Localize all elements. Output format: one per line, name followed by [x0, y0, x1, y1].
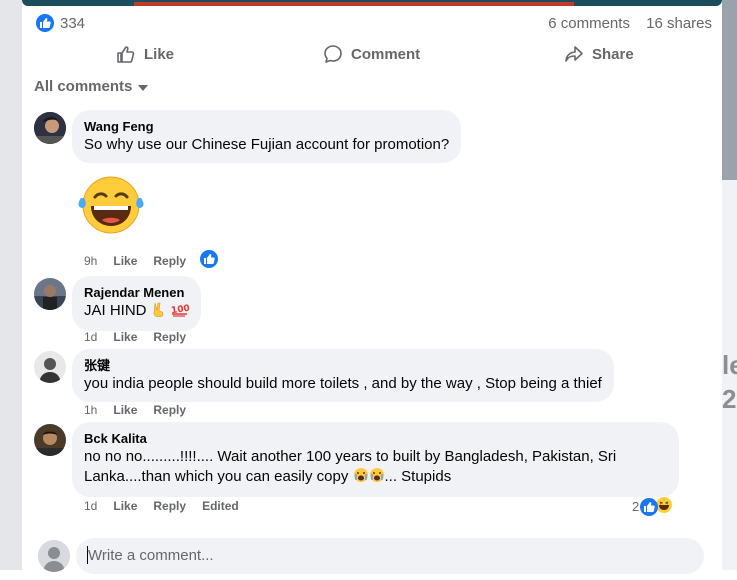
- comment-meta: 1h Like Reply: [84, 403, 202, 417]
- comment-text-part: Lanka....than which you can easily copy: [84, 468, 353, 485]
- comment-author[interactable]: Wang Feng: [84, 118, 449, 135]
- comment-text-row: JAI HIND 100: [84, 301, 190, 323]
- caret-down-icon: [138, 84, 149, 91]
- page-background-right: le 2: [722, 0, 737, 570]
- comments-filter-dropdown[interactable]: All comments: [34, 78, 149, 95]
- post-actions: Like Comment Share: [22, 40, 722, 68]
- comment-reply-link[interactable]: Reply: [153, 330, 186, 344]
- comment-like-link[interactable]: Like: [113, 499, 137, 513]
- comments-filter-label: All comments: [34, 78, 133, 95]
- crying-face-emoji-icon: [369, 467, 385, 489]
- laughing-tears-emoji-icon: [76, 174, 146, 241]
- like-reaction-icon: [640, 497, 659, 516]
- comment-bubble: Bck Kalita no no no.........!!!!.... Wai…: [72, 422, 679, 497]
- comment-input-placeholder: Write a comment...: [88, 547, 214, 564]
- crying-face-emoji-icon: [353, 467, 369, 489]
- comment-text-part: ... Stupids: [384, 468, 452, 485]
- comment-time[interactable]: 1d: [84, 499, 97, 513]
- comment-text: So why use our Chinese Fujian account fo…: [84, 136, 450, 153]
- comment-author[interactable]: Rajendar Menen: [84, 284, 189, 301]
- avatar[interactable]: [34, 351, 66, 383]
- comment-bubble-icon: [324, 45, 342, 63]
- comment-edited-label[interactable]: Edited: [202, 499, 239, 513]
- reaction-count[interactable]: 334: [60, 15, 85, 32]
- comment-time[interactable]: 9h: [84, 254, 97, 268]
- comment-bubble: 张键 you india people should build more to…: [72, 349, 614, 402]
- comment-like-link[interactable]: Like: [113, 254, 137, 268]
- post-stats-bar: 334 6 comments 16 shares: [36, 14, 712, 34]
- comment-text-line: Lanka....than which you can easily copy …: [84, 467, 667, 489]
- share-button-label: Share: [592, 45, 634, 63]
- comment-like-link[interactable]: Like: [113, 330, 137, 344]
- avatar[interactable]: [34, 278, 66, 310]
- hundred-points-emoji-icon: 100: [170, 301, 190, 323]
- comment-reply-link[interactable]: Reply: [153, 403, 186, 417]
- comment-author[interactable]: Bck Kalita: [84, 430, 667, 447]
- comments-count-link[interactable]: 6 comments: [548, 15, 630, 32]
- comment-text: JAI HIND: [84, 302, 147, 319]
- like-button[interactable]: Like: [116, 40, 174, 68]
- shares-count-link[interactable]: 16 shares: [646, 15, 712, 32]
- media-accent-bar: [134, 2, 574, 6]
- background-image-strip: [722, 0, 737, 180]
- share-arrow-icon: [565, 46, 583, 62]
- comment-meta: 1d Like Reply Edited: [84, 499, 255, 513]
- comment-input[interactable]: Write a comment...: [76, 538, 704, 574]
- comment-reply-link[interactable]: Reply: [153, 254, 186, 268]
- comment-meta: 9h Like Reply: [84, 254, 202, 268]
- comment-reaction-count: 2: [632, 499, 640, 514]
- comment-bubble: Wang Feng So why use our Chinese Fujian …: [72, 110, 462, 163]
- victory-hand-emoji-icon: [151, 301, 167, 323]
- post-card: 334 6 comments 16 shares Like Comment Sh…: [22, 0, 722, 574]
- comment-like-reaction-icon[interactable]: [200, 250, 218, 268]
- current-user-avatar[interactable]: [38, 540, 70, 572]
- post-media-edge: [22, 0, 722, 6]
- avatar[interactable]: [34, 424, 66, 456]
- comment-like-link[interactable]: Like: [113, 403, 137, 417]
- comment-button[interactable]: Comment: [323, 40, 420, 68]
- comment-time[interactable]: 1d: [84, 330, 97, 344]
- background-text: le 2: [722, 350, 737, 414]
- like-button-label: Like: [144, 45, 175, 63]
- comment-reply-link[interactable]: Reply: [153, 499, 186, 513]
- comment-meta: 1d Like Reply: [84, 330, 202, 344]
- post-stats-right: 6 comments 16 shares: [536, 15, 712, 32]
- comment-time[interactable]: 1h: [84, 403, 97, 417]
- comment-text-line: no no no.........!!!!.... Wait another 1…: [84, 448, 617, 465]
- comment-bubble: Rajendar Menen JAI HIND 100: [72, 276, 201, 331]
- comment-author[interactable]: 张键: [84, 357, 602, 374]
- share-button[interactable]: Share: [564, 40, 634, 68]
- avatar[interactable]: [34, 112, 66, 144]
- comment-composer: Write a comment...: [36, 538, 716, 580]
- comment-button-label: Comment: [351, 45, 421, 63]
- thumbs-up-icon: [117, 46, 135, 63]
- comment-reactions[interactable]: 2: [632, 496, 674, 517]
- comment-text: you india people should build more toile…: [84, 375, 602, 392]
- like-reaction-icon[interactable]: [36, 14, 54, 32]
- page-background-left: [0, 0, 22, 570]
